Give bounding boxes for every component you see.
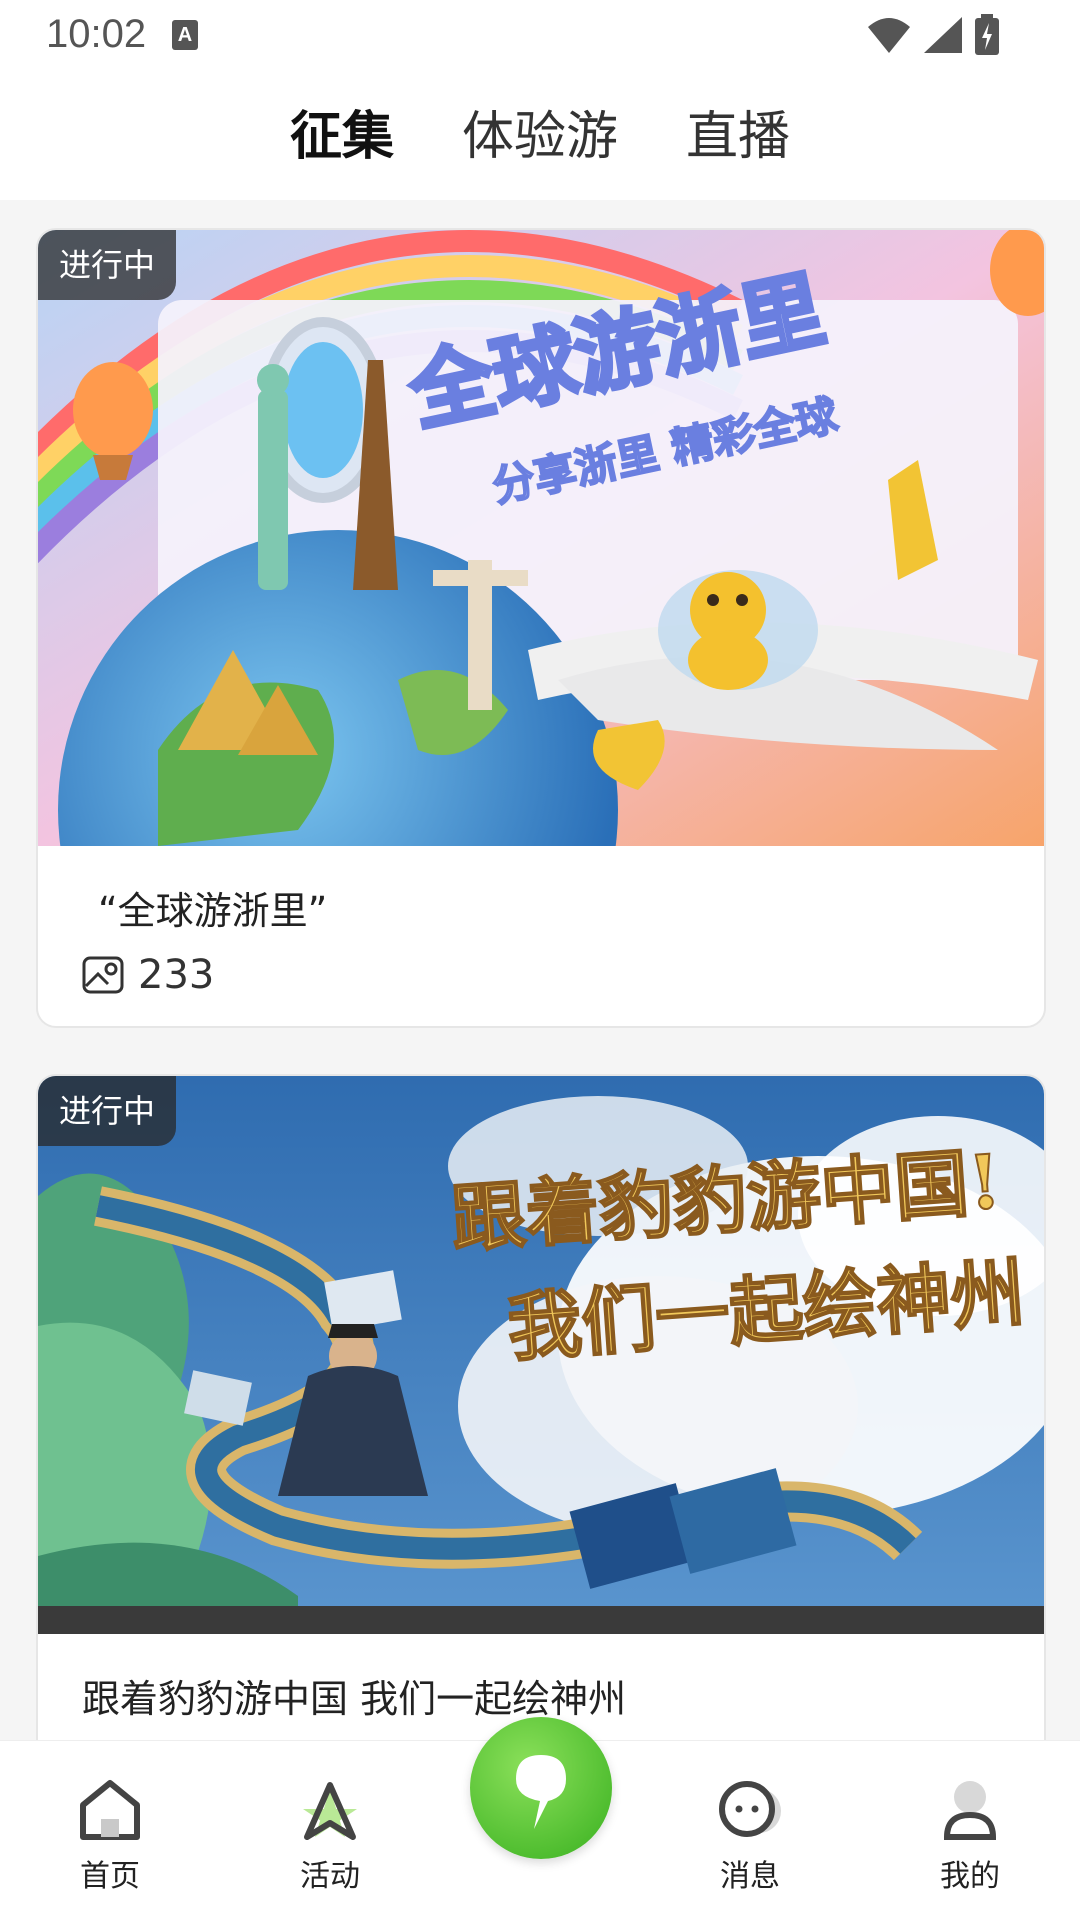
card-meta: 233 [82, 952, 214, 998]
tab-experience-tour[interactable]: 体验游 [462, 94, 618, 177]
publish-icon [516, 1755, 566, 1829]
status-time: 10:02 [46, 12, 147, 56]
nav-messages[interactable]: 消息 [680, 1775, 820, 1895]
status-badge: 进行中 [38, 230, 176, 300]
card-title: 跟着豹豹游中国 我们一起绘神州 [82, 1677, 627, 1721]
status-icons [866, 14, 1000, 56]
battery-icon [975, 14, 999, 55]
bottom-navigation: 首页 活动 消息 我的 [0, 1717, 1080, 1920]
message-icon [719, 1781, 781, 1837]
wifi-icon [868, 18, 910, 53]
card-title: “全球游浙里” [98, 889, 328, 933]
status-badge: 进行中 [38, 1076, 176, 1146]
nav-home[interactable]: 首页 [40, 1775, 180, 1895]
home-icon [80, 1780, 140, 1840]
notification-icon: A [172, 20, 198, 50]
submission-count: 233 [138, 952, 215, 998]
nav-activity[interactable]: 活动 [260, 1775, 400, 1895]
tab-collect[interactable]: 征集 [290, 94, 394, 177]
activity-card[interactable]: 进行中 跟着豹豹游中国! 我们一起绘神州 跟着豹豹游中国 我们一起绘神州 [36, 1074, 1046, 1740]
nav-profile[interactable]: 我的 [900, 1775, 1040, 1895]
profile-icon [943, 1781, 997, 1840]
tab-live[interactable]: 直播 [686, 94, 790, 177]
publish-button[interactable] [470, 1717, 612, 1859]
status-bar: 10:02 A [0, 0, 1080, 70]
card-banner-image[interactable]: 全球游浙里 分享浙里 精彩全球 [38, 230, 1046, 846]
image-icon [82, 956, 124, 994]
card-banner-image[interactable]: 跟着豹豹游中国! 我们一起绘神州 [38, 1076, 1046, 1634]
top-tabs: 征集 体验游 直播 [0, 70, 1080, 200]
activity-feed: 进行中 全球游浙里 分享浙里 精彩全球 “全球游浙里” 233 进行中 跟着豹豹… [0, 200, 1080, 1740]
activity-icon [303, 1782, 357, 1840]
activity-card[interactable]: 进行中 全球游浙里 分享浙里 精彩全球 “全球游浙里” 233 [36, 228, 1046, 1028]
signal-icon [924, 17, 962, 53]
